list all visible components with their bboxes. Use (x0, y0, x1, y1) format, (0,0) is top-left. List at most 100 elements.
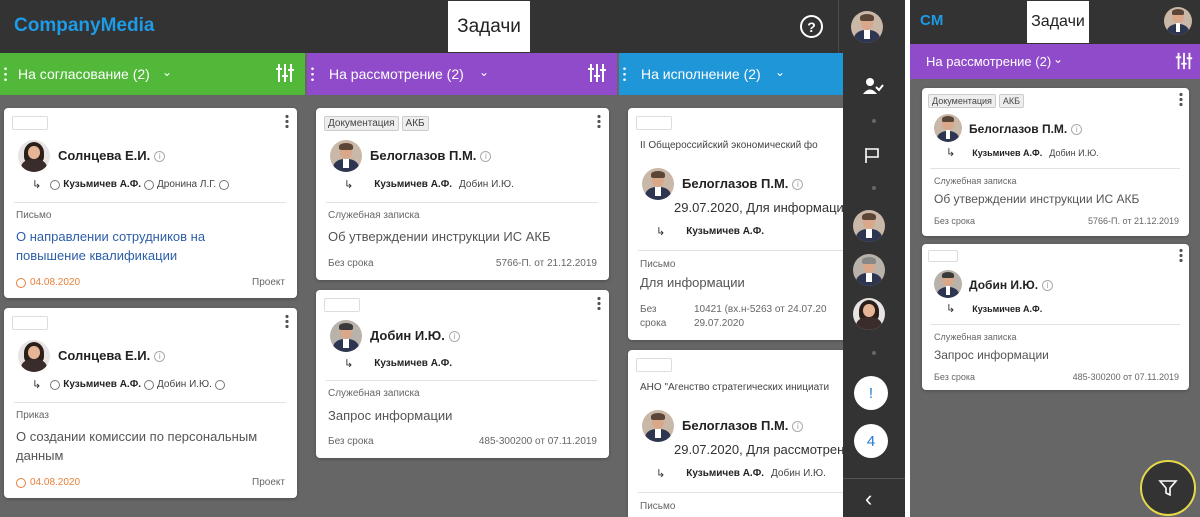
organization: АНО "Агенство стратегических инициати (640, 382, 830, 393)
filter-sliders-icon[interactable] (274, 62, 296, 84)
document-subject[interactable]: Об утверждении инструкции ИС АКБ (328, 227, 551, 246)
tag[interactable]: АКБ (401, 116, 429, 131)
drag-handle-icon[interactable] (311, 66, 314, 82)
info-icon[interactable]: i (448, 331, 460, 343)
document-subject[interactable]: О создании комиссии по персональным данн… (16, 427, 291, 465)
brand-logo[interactable]: CompanyMedia (14, 15, 154, 37)
task-card[interactable]: АНО "Агенство стратегических инициати Бе… (628, 350, 858, 517)
route-recipient: Кузьмичев А.Ф. (686, 468, 765, 479)
column-header-review[interactable]: На рассмотрение (2) ⌄ (307, 53, 617, 95)
tasks-title[interactable]: Задачи (1027, 1, 1089, 43)
participant-avatar[interactable] (853, 254, 885, 286)
info-icon[interactable]: i (154, 151, 166, 163)
more-menu-icon[interactable] (285, 314, 289, 328)
author-name[interactable]: Добин И.Ю. i (370, 328, 460, 343)
filter-sliders-icon[interactable] (1174, 51, 1194, 71)
chevron-down-icon[interactable]: ⌄ (479, 65, 489, 79)
participant-avatar[interactable] (853, 210, 885, 242)
card-divider (930, 168, 1180, 169)
route-recipient: Кузьмичев А.Ф. (63, 379, 142, 390)
participant-avatar[interactable] (853, 298, 885, 330)
chevron-down-icon[interactable]: ⌄ (775, 65, 785, 79)
more-menu-icon[interactable] (597, 114, 601, 128)
author-name[interactable]: Белоглазов П.М. i (682, 176, 804, 191)
info-icon[interactable]: i (792, 421, 804, 433)
document-subject[interactable]: Запрос информации (934, 346, 1049, 365)
info-icon[interactable]: i (480, 151, 492, 163)
document-subject[interactable]: Об утверждении инструкции ИС АКБ (934, 190, 1139, 209)
column-header-execution[interactable]: На исполнение (2) ⌄ (619, 53, 843, 95)
route-arrow-icon: ↳ (344, 179, 354, 191)
drag-handle-icon[interactable] (4, 66, 7, 82)
more-menu-icon[interactable] (285, 114, 289, 128)
author-avatar (934, 270, 962, 298)
author-name[interactable]: Солнцева Е.И. i (58, 148, 166, 163)
more-menu-icon[interactable] (1179, 248, 1183, 262)
task-card[interactable]: II Общероссийский экономический фо Белог… (628, 108, 858, 340)
tasks-title[interactable]: Задачи (448, 1, 530, 52)
task-card[interactable]: Солнцева Е.И. i ↳ Кузьмичев А.Ф. Добин И.… (4, 308, 297, 498)
task-card[interactable]: Документация АКБ Белоглазов П.М. i ↳ Кузь… (316, 108, 609, 280)
info-icon[interactable]: i (1042, 280, 1054, 292)
route-line: ↳ Кузьмичев А.Ф. Добин И.Ю. (656, 467, 826, 480)
rail-separator-dot (872, 119, 876, 123)
info-icon[interactable]: i (154, 351, 166, 363)
route-line: ↳ Кузьмичев А.Ф. Добин И.Ю. (344, 178, 514, 191)
brand-logo[interactable]: CM (920, 12, 943, 29)
urgent-counter-button[interactable]: ! (854, 376, 888, 410)
route-line: ↳ Кузьмичев А.Ф. (656, 225, 764, 238)
route-recipient: Кузьмичев А.Ф. (374, 179, 453, 190)
route-cc: Добин И.Ю. (459, 179, 514, 190)
author-avatar (330, 320, 362, 352)
deadline: Без срока (934, 372, 975, 382)
due-date: 04.08.2020 (16, 277, 80, 288)
tag[interactable]: Документация (324, 116, 399, 131)
info-icon[interactable]: i (1071, 124, 1083, 136)
registration-number: 485-300200 от 07.11.2019 (1072, 372, 1179, 382)
help-icon[interactable]: ? (800, 15, 823, 38)
author-avatar (642, 168, 674, 200)
route-arrow-icon: ↳ (344, 358, 354, 370)
column-title: На рассмотрение (2) (926, 54, 1052, 69)
tag-placeholder (12, 116, 48, 130)
task-card[interactable]: Документация АКБ Белоглазов П.М. i ↳ Кузь… (922, 88, 1189, 236)
due-date: 04.08.2020 (16, 477, 80, 488)
filter-funnel-icon (1158, 480, 1178, 497)
task-card[interactable]: Солнцева Е.И. i ↳ Кузьмичев А.Ф. Дронина … (4, 108, 297, 298)
author-name[interactable]: Солнцева Е.И. i (58, 348, 166, 363)
right-sidebar: ! 4 ‹ (843, 53, 905, 517)
task-counter-button[interactable]: 4 (854, 424, 888, 458)
topbar-separator (838, 0, 839, 53)
task-card[interactable]: Добин И.Ю. i ↳ Кузьмичев А.Ф. Служебная з… (316, 290, 609, 458)
user-avatar[interactable] (1164, 7, 1192, 35)
document-subject[interactable]: Запрос информации (328, 406, 452, 425)
assign-user-icon[interactable] (862, 77, 884, 95)
flag-icon[interactable] (863, 146, 881, 164)
tag-placeholder (12, 316, 48, 330)
column-header-review[interactable]: На рассмотрение (2) ⌄ (910, 44, 1200, 79)
registration-number: 5766-П. от 21.12.2019 (495, 258, 597, 269)
tag[interactable]: Документация (928, 94, 996, 108)
chevron-down-icon[interactable]: ⌄ (1053, 52, 1063, 66)
document-subject[interactable]: О направлении сотрудников на повышение к… (16, 227, 286, 265)
info-icon[interactable]: i (792, 179, 804, 191)
user-avatar[interactable] (851, 11, 883, 43)
route-line: ↳ Кузьмичев А.Ф. Дронина Л.Г. (32, 178, 230, 191)
column-header-approval[interactable]: На согласование (2) ⌄ (0, 53, 305, 95)
drag-handle-icon[interactable] (623, 66, 626, 82)
chevron-left-icon[interactable]: ‹ (865, 486, 872, 512)
author-name[interactable]: Белоглазов П.М. i (682, 418, 804, 433)
filter-sliders-icon[interactable] (586, 62, 608, 84)
rail-separator-dot (872, 351, 876, 355)
tag[interactable]: АКБ (998, 94, 1025, 108)
filter-fab[interactable] (1140, 460, 1196, 516)
author-avatar (330, 140, 362, 172)
author-name[interactable]: Добин И.Ю. i (969, 278, 1054, 292)
author-name[interactable]: Белоглазов П.М. i (370, 148, 492, 163)
document-subject[interactable]: Для информации (640, 273, 745, 292)
author-name[interactable]: Белоглазов П.М. i (969, 122, 1083, 136)
more-menu-icon[interactable] (1179, 92, 1183, 106)
task-card[interactable]: Добин И.Ю. i ↳ Кузьмичев А.Ф. Служебная з… (922, 244, 1189, 390)
chevron-down-icon[interactable]: ⌄ (162, 65, 172, 79)
more-menu-icon[interactable] (597, 296, 601, 310)
